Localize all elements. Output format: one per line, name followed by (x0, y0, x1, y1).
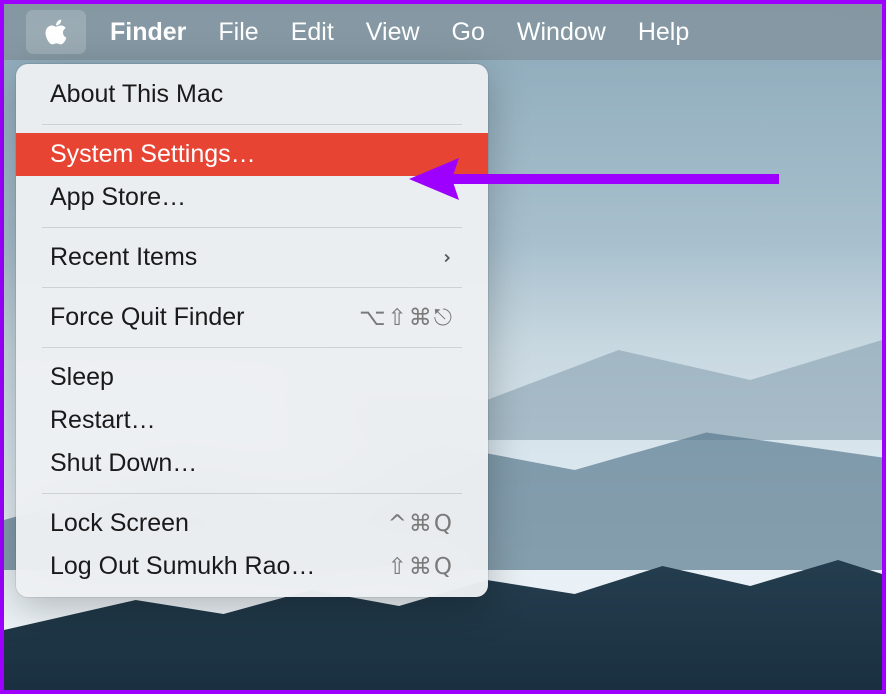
menu-recent-items[interactable]: Recent Items (24, 236, 480, 279)
menu-help[interactable]: Help (622, 10, 705, 54)
menu-view[interactable]: View (350, 10, 436, 54)
menu-separator (42, 124, 462, 125)
apple-logo-icon (43, 17, 69, 47)
app-name-menu[interactable]: Finder (94, 10, 202, 54)
menu-separator (42, 493, 462, 494)
chevron-right-icon (440, 251, 454, 265)
menu-item-label: About This Mac (50, 80, 223, 109)
menu-item-label: Restart… (50, 406, 156, 435)
menu-system-settings[interactable]: System Settings… (16, 133, 488, 176)
menu-item-label: App Store… (50, 183, 186, 212)
menu-lock-screen[interactable]: Lock Screen ^⌘Q (24, 502, 480, 545)
menu-separator (42, 287, 462, 288)
keyboard-shortcut: ⇧⌘Q (388, 554, 454, 580)
menu-file[interactable]: File (202, 10, 274, 54)
menu-sleep[interactable]: Sleep (24, 356, 480, 399)
menu-item-label: Lock Screen (50, 509, 189, 538)
menu-about-mac[interactable]: About This Mac (24, 73, 480, 116)
menu-go[interactable]: Go (436, 10, 501, 54)
menu-item-label: Force Quit Finder (50, 303, 245, 332)
menubar: Finder File Edit View Go Window Help (4, 4, 882, 60)
menu-separator (42, 347, 462, 348)
menu-item-label: Shut Down… (50, 449, 197, 478)
apple-menu-dropdown: About This Mac System Settings… App Stor… (16, 64, 488, 597)
menu-shut-down[interactable]: Shut Down… (24, 442, 480, 485)
apple-menu-button[interactable] (26, 10, 86, 54)
menu-force-quit[interactable]: Force Quit Finder ⌥⇧⌘⎋ (24, 296, 480, 339)
keyboard-shortcut: ^⌘Q (388, 511, 454, 537)
menu-item-label: Sleep (50, 363, 114, 392)
menu-separator (42, 227, 462, 228)
keyboard-shortcut: ⌥⇧⌘⎋ (359, 305, 454, 331)
menu-item-label: Recent Items (50, 243, 197, 272)
menu-edit[interactable]: Edit (275, 10, 350, 54)
menu-log-out[interactable]: Log Out Sumukh Rao… ⇧⌘Q (24, 545, 480, 588)
menu-restart[interactable]: Restart… (24, 399, 480, 442)
menu-app-store[interactable]: App Store… (24, 176, 480, 219)
menu-window[interactable]: Window (501, 10, 622, 54)
menu-item-label: System Settings… (50, 140, 256, 169)
menu-item-label: Log Out Sumukh Rao… (50, 552, 315, 581)
